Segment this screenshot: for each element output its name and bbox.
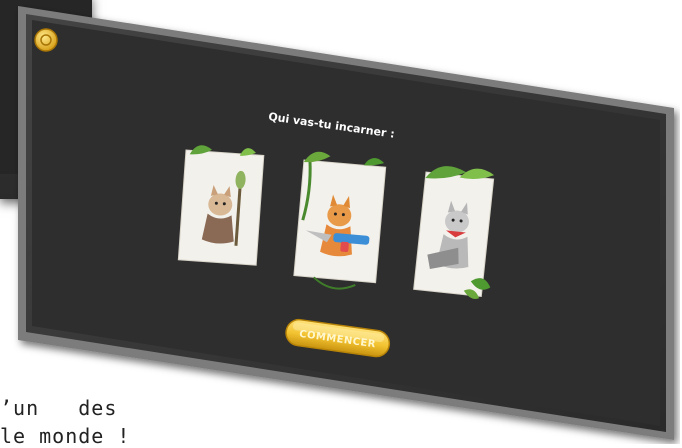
game-screen-svg: Qui vas-tu incarner : COMMENCER	[18, 6, 674, 440]
gold-coin-icon[interactable]	[34, 28, 58, 52]
character-card-2[interactable]	[293, 150, 387, 291]
game-screen-card: Qui vas-tu incarner : COMMENCER	[10, 0, 680, 444]
character-card-1[interactable]	[177, 144, 265, 266]
